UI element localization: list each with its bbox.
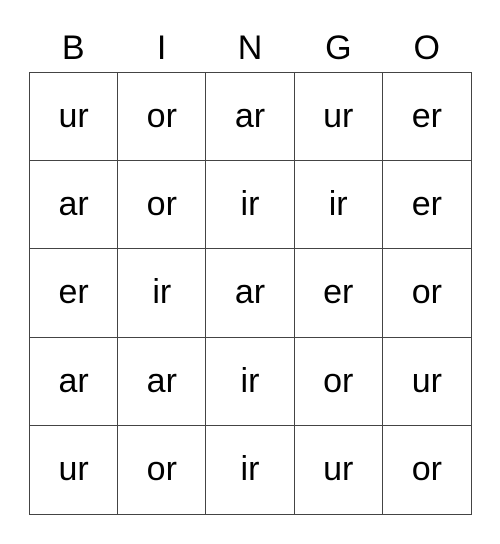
header-letter-o: O — [413, 29, 440, 67]
bingo-cell[interactable]: or — [118, 425, 207, 514]
bingo-cell[interactable]: ir — [118, 249, 207, 338]
header-letter-g: G — [325, 29, 352, 67]
bingo-cell[interactable]: ur — [382, 338, 471, 426]
bingo-cell[interactable]: or — [118, 161, 207, 250]
bingo-cell[interactable]: er — [382, 73, 471, 162]
bingo-cell[interactable]: ar — [206, 249, 295, 338]
bingo-cell[interactable]: ur — [295, 425, 383, 514]
header-letter-b: B — [61, 29, 85, 67]
bingo-cell[interactable]: ir — [294, 161, 383, 250]
bingo-cell[interactable]: ar — [30, 337, 119, 426]
bingo-header: B I N G O — [29, 28, 471, 68]
bingo-cell[interactable]: ur — [294, 73, 383, 162]
bingo-cell[interactable]: ar — [118, 337, 207, 426]
bingo-cell[interactable]: ar — [30, 161, 119, 250]
header-letter-i: I — [156, 29, 167, 67]
bingo-cell[interactable]: or — [294, 337, 383, 426]
bingo-cell[interactable]: ir — [206, 337, 295, 426]
bingo-cell[interactable]: er — [30, 249, 119, 338]
bingo-cell[interactable]: ir — [206, 161, 295, 250]
bingo-cell[interactable]: or — [383, 426, 471, 514]
bingo-cell[interactable]: or — [118, 73, 207, 162]
bingo-cell[interactable]: er — [382, 161, 471, 250]
header-letter-n: N — [237, 29, 263, 67]
bingo-cell[interactable]: ur — [30, 425, 119, 514]
bingo-cell[interactable]: ir — [206, 425, 295, 514]
bingo-cell[interactable]: ar — [206, 73, 295, 162]
bingo-cell[interactable]: er — [294, 249, 383, 338]
bingo-cell[interactable]: or — [382, 249, 471, 338]
bingo-grid: ur or ar ur er ar or ir ir er er ir ar er or ar ar ir or ur… — [29, 72, 472, 515]
bingo-cell[interactable]: ur — [30, 73, 119, 162]
